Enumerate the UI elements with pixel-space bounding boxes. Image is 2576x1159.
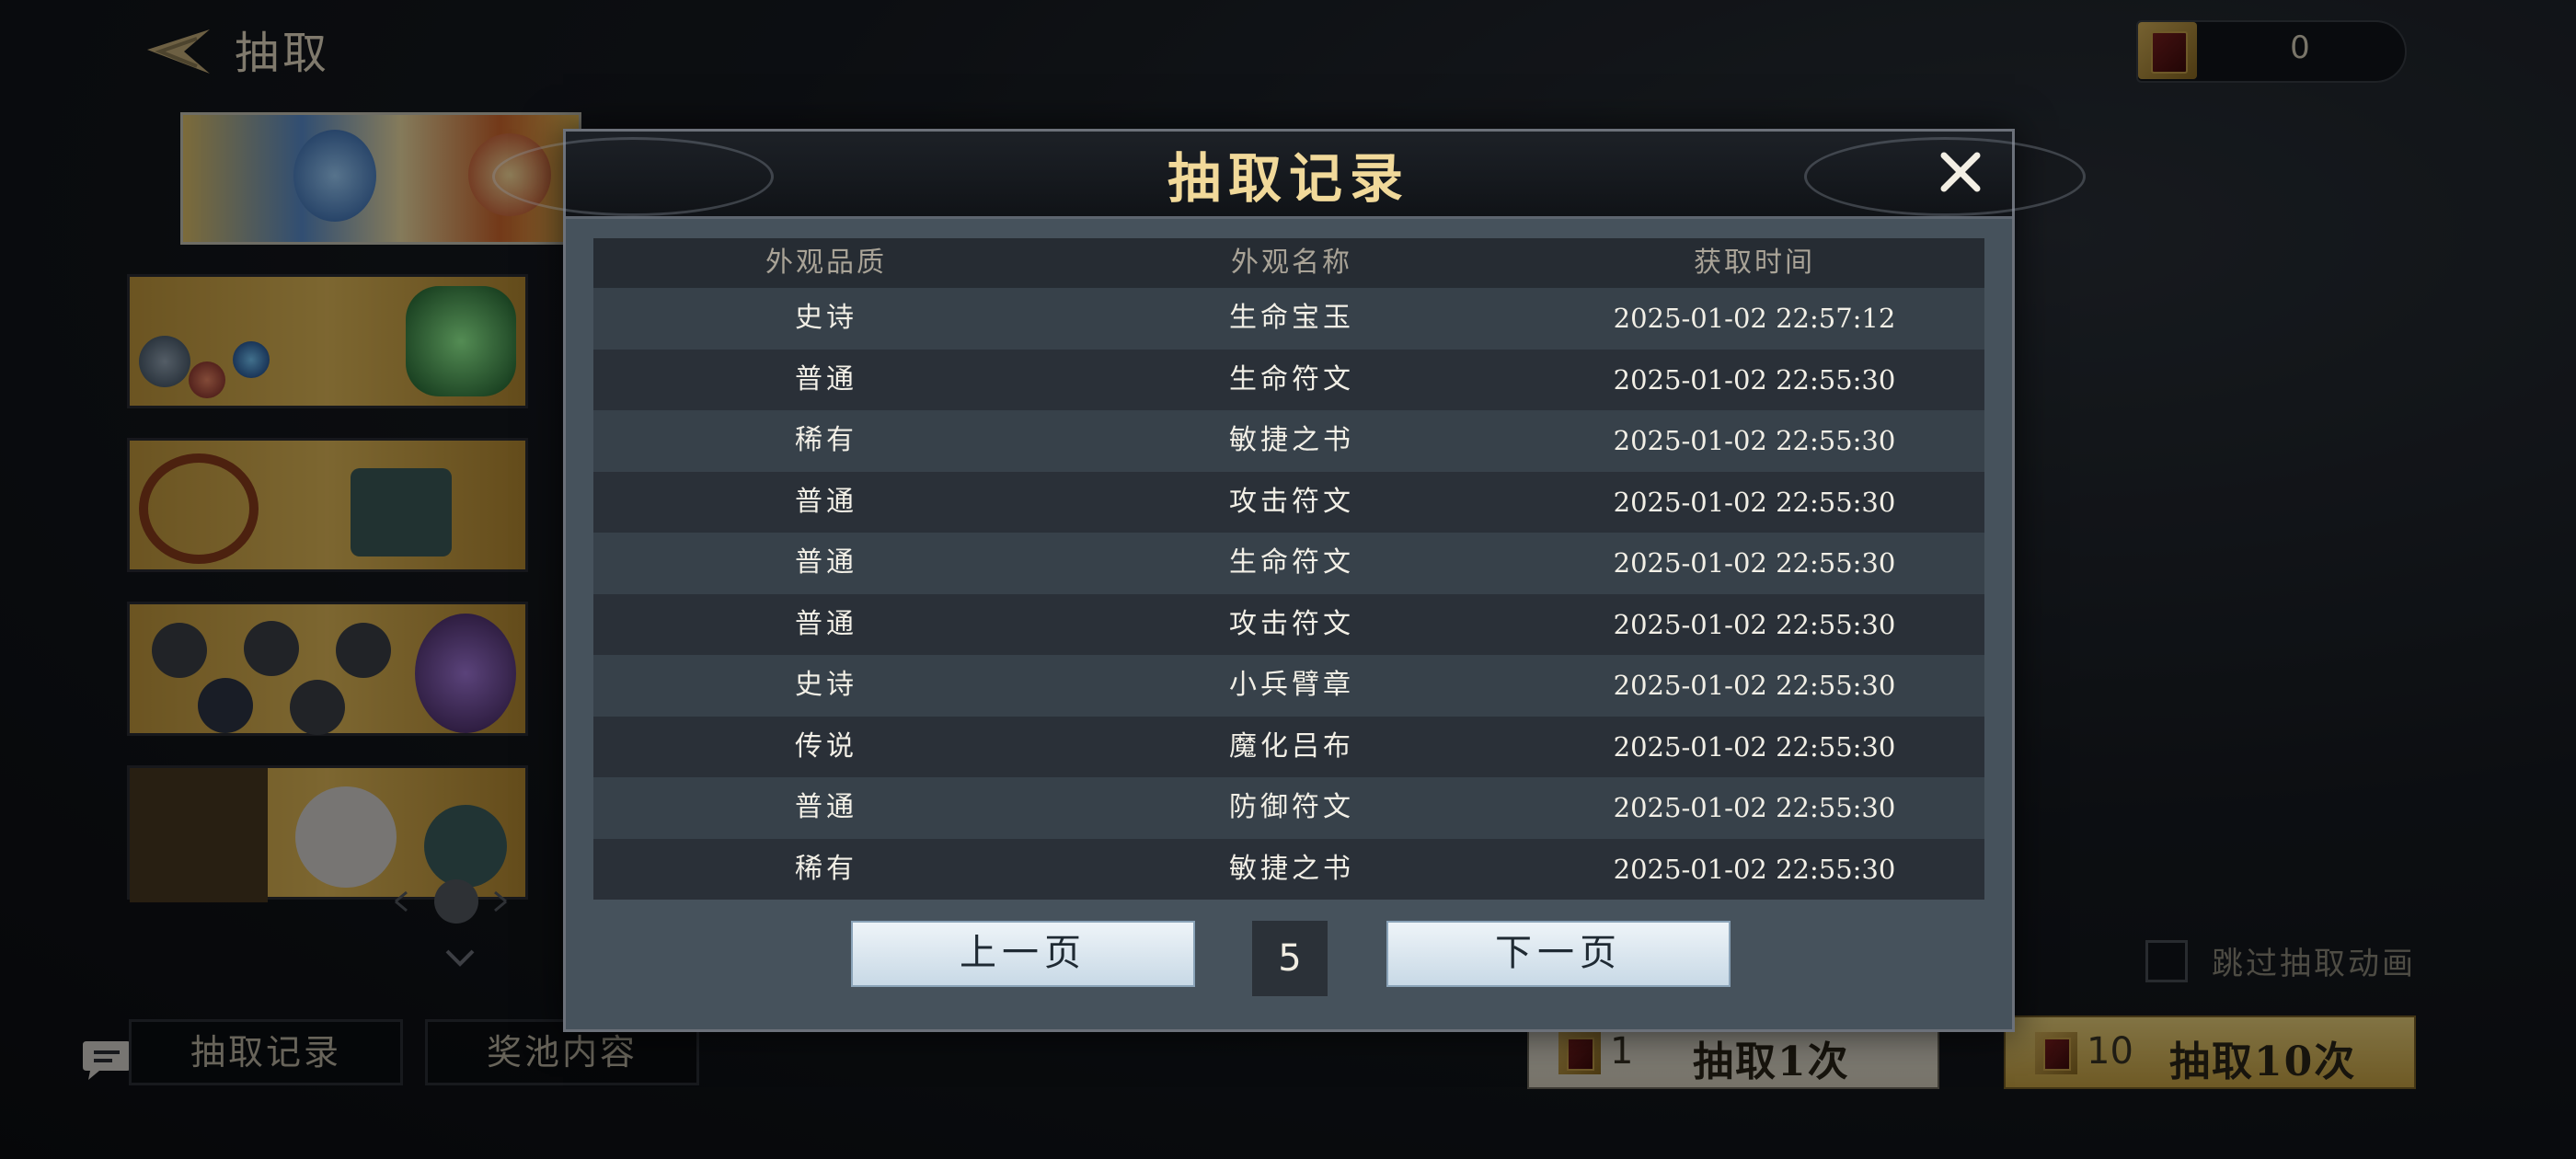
cell-time: 2025-01-02 22:57:12 (1613, 303, 1896, 334)
table-row: 传说 魔化吕布 2025-01-02 22:55:30 (593, 716, 1984, 777)
cell-quality: 史诗 (795, 669, 857, 701)
cell-name: 敏捷之书 (1229, 852, 1354, 885)
cell-time: 2025-01-02 22:55:30 (1613, 608, 1896, 640)
table-row: 普通 生命符文 2025-01-02 22:55:30 (593, 533, 1984, 594)
cell-name: 小兵臂章 (1229, 669, 1354, 701)
table-row: 史诗 生命宝玉 2025-01-02 22:57:12 (593, 288, 1984, 350)
cell-time: 2025-01-02 22:55:30 (1613, 730, 1896, 763)
cell-quality: 史诗 (795, 302, 857, 334)
cell-name: 生命符文 (1229, 362, 1354, 396)
cell-time: 2025-01-02 22:55:30 (1613, 363, 1896, 396)
page-number: 5 (1252, 921, 1328, 996)
cell-name: 生命宝玉 (1229, 302, 1354, 334)
table-row: 稀有 敏捷之书 2025-01-02 22:55:30 (593, 838, 1984, 900)
dialog-title: 抽取记录 (1167, 147, 1410, 210)
cell-quality: 普通 (795, 546, 857, 579)
table-row: 稀有 敏捷之书 2025-01-02 22:55:30 (593, 410, 1984, 472)
cell-name: 攻击符文 (1229, 485, 1354, 518)
cell-quality: 普通 (795, 362, 857, 396)
cell-name: 攻击符文 (1229, 607, 1354, 640)
column-header-name: 外观名称 (1231, 247, 1352, 279)
cell-time: 2025-01-02 22:55:30 (1613, 547, 1896, 579)
cell-quality: 普通 (795, 607, 857, 640)
cell-quality: 稀有 (795, 424, 857, 456)
draw-record-dialog: 抽取记录 外观品质 外观名称 获取时间 史诗 生命宝玉 2025-01-02 2… (492, 129, 2086, 1032)
cell-quality: 稀有 (795, 852, 857, 885)
cell-time: 2025-01-02 22:55:30 (1613, 486, 1896, 518)
next-page-button[interactable]: 下一页 (1386, 921, 1731, 987)
column-header-time: 获取时间 (1694, 247, 1815, 279)
record-table: 外观品质 外观名称 获取时间 史诗 生命宝玉 2025-01-02 22:57:… (593, 238, 1984, 900)
table-row: 普通 攻击符文 2025-01-02 22:55:30 (593, 471, 1984, 533)
cell-name: 防御符文 (1229, 791, 1354, 823)
dialog-header: 抽取记录 (492, 132, 2086, 219)
cell-name: 敏捷之书 (1229, 424, 1354, 456)
cell-name: 魔化吕布 (1229, 729, 1354, 763)
cell-time: 2025-01-02 22:55:30 (1613, 853, 1896, 885)
table-row: 普通 生命符文 2025-01-02 22:55:30 (593, 349, 1984, 410)
cell-time: 2025-01-02 22:55:30 (1613, 792, 1896, 823)
cell-quality: 普通 (795, 791, 857, 823)
table-row: 普通 攻击符文 2025-01-02 22:55:30 (593, 593, 1984, 655)
table-row: 史诗 小兵臂章 2025-01-02 22:55:30 (593, 655, 1984, 717)
cell-name: 生命符文 (1229, 546, 1354, 579)
cell-time: 2025-01-02 22:55:30 (1613, 425, 1896, 456)
cell-time: 2025-01-02 22:55:30 (1613, 670, 1896, 701)
cell-quality: 传说 (795, 729, 857, 763)
column-header-quality: 外观品质 (765, 247, 887, 279)
prev-page-button[interactable]: 上一页 (851, 921, 1195, 987)
close-icon[interactable] (1935, 146, 1986, 198)
cell-quality: 普通 (795, 485, 857, 518)
table-header: 外观品质 外观名称 获取时间 (593, 238, 1984, 288)
table-row: 普通 防御符文 2025-01-02 22:55:30 (593, 777, 1984, 839)
